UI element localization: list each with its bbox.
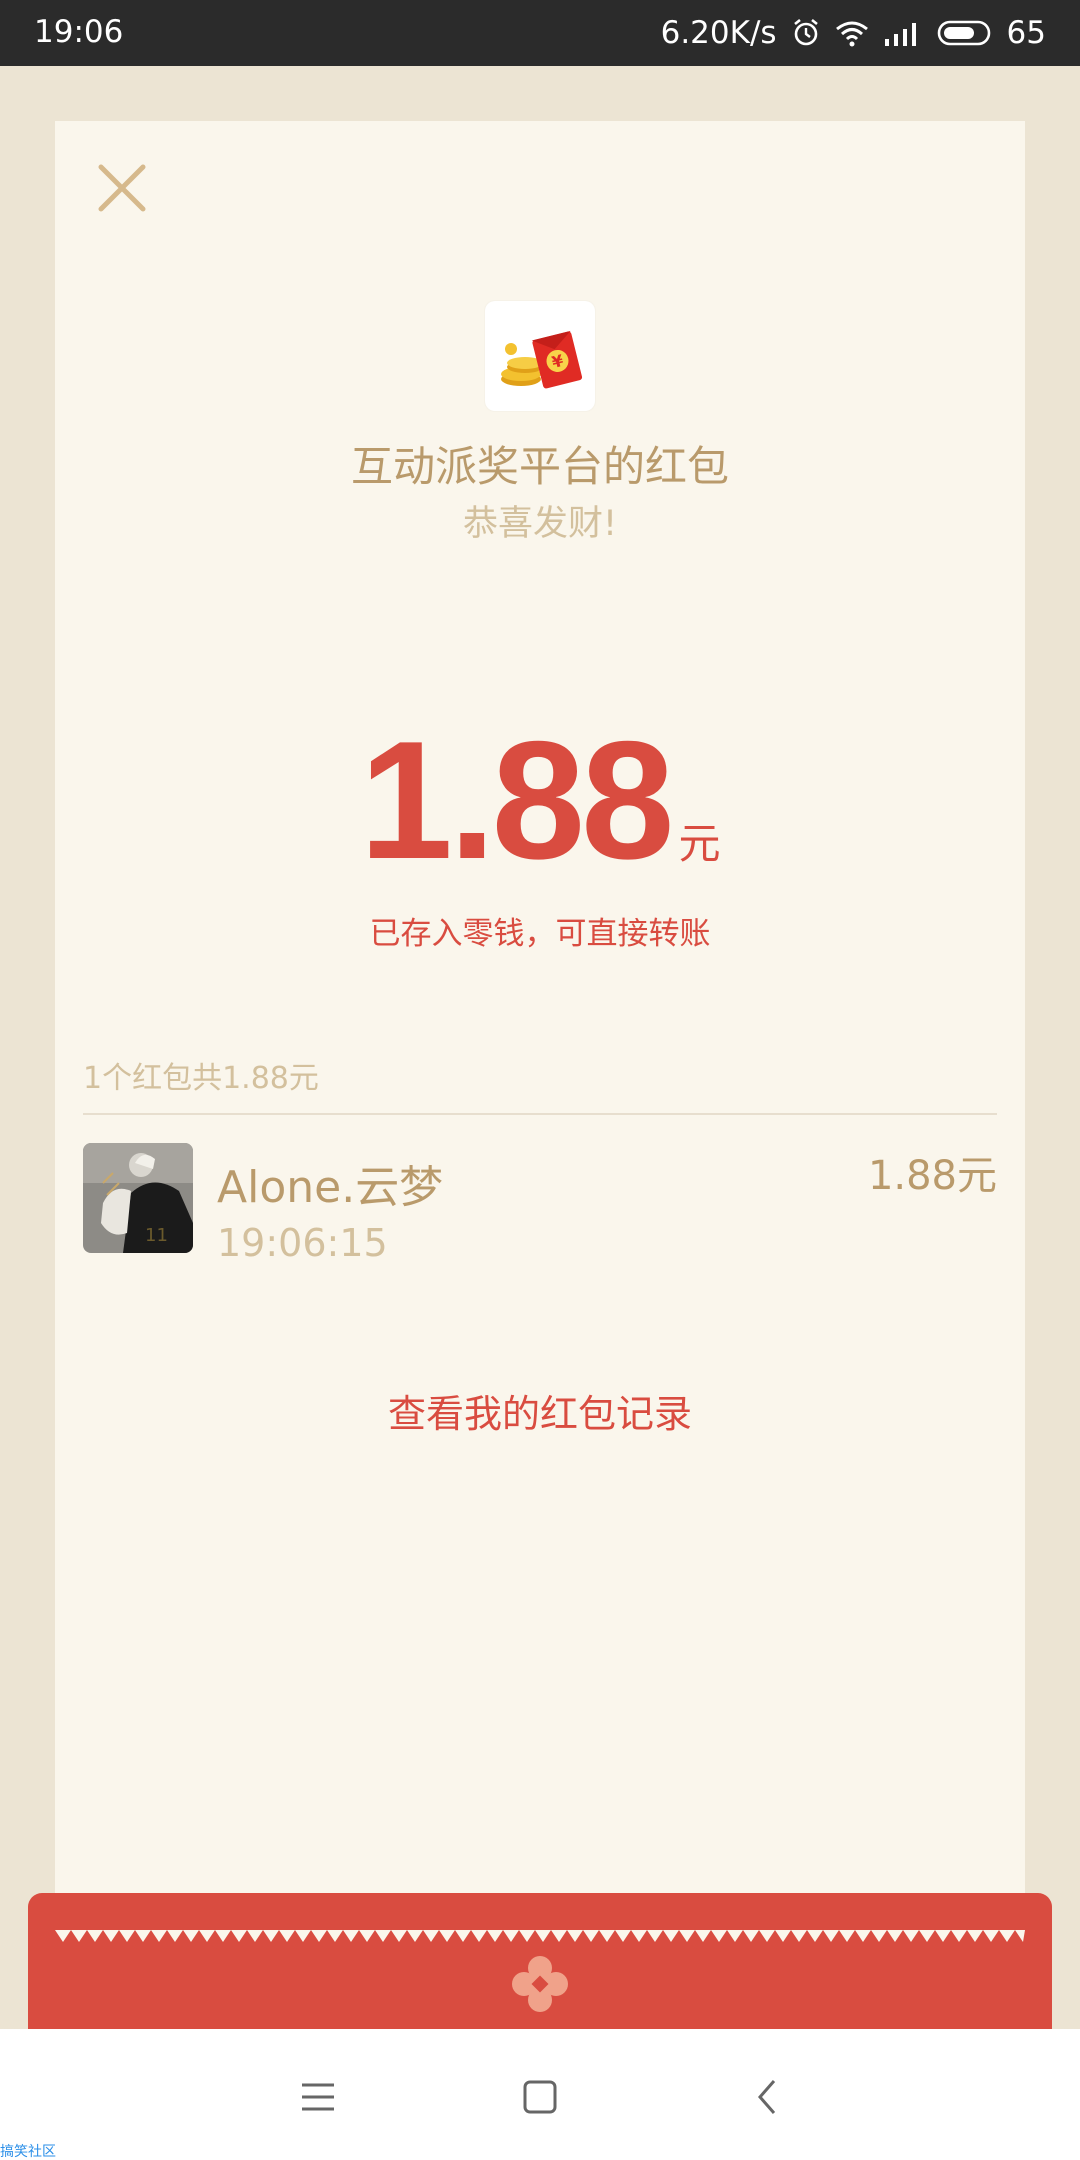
back-icon[interactable] bbox=[740, 2069, 796, 2125]
battery-icon bbox=[937, 19, 993, 47]
alarm-icon bbox=[791, 18, 821, 48]
amount-display: 1.88 元 bbox=[55, 716, 1025, 884]
status-time: 19:06 bbox=[34, 14, 124, 50]
status-right: 6.20K/s 65 bbox=[661, 14, 1046, 52]
close-icon[interactable] bbox=[91, 157, 153, 219]
zigzag-edge bbox=[55, 1930, 1025, 1950]
amount-unit: 元 bbox=[678, 819, 721, 868]
divider bbox=[83, 1113, 997, 1115]
battery-level: 65 bbox=[1006, 15, 1046, 51]
status-bar: 19:06 6.20K/s 65 bbox=[0, 0, 1080, 66]
home-icon[interactable] bbox=[512, 2069, 568, 2125]
view-my-records-link[interactable]: 查看我的红包记录 bbox=[55, 1383, 1025, 1438]
svg-text:11: 11 bbox=[145, 1225, 168, 1246]
record-name: Alone.云梦 bbox=[217, 1162, 444, 1213]
record-amount: 1.88元 bbox=[867, 1153, 997, 1199]
flower-emblem-icon bbox=[510, 1954, 570, 2014]
navigation-bar bbox=[0, 2029, 1080, 2160]
packet-title: 互动派奖平台的红包 bbox=[350, 442, 729, 491]
amount-note: 已存入零钱，可直接转账 bbox=[369, 916, 711, 952]
red-packet-detail-card: ¥ 互动派奖平台的红包 恭喜发财! 1.88 元 已存入零钱，可直接转账 1个红包… bbox=[55, 121, 1025, 1941]
record-time: 19:06:15 bbox=[217, 1221, 388, 1265]
wifi-icon bbox=[835, 19, 869, 47]
packet-summary: 1个红包共1.88元 bbox=[83, 1061, 319, 1096]
list-item[interactable]: 11 Alone.云梦 19:06:15 1.88元 bbox=[83, 1143, 997, 1265]
watermark: 搞笑社区 bbox=[0, 2144, 56, 2160]
signal-icon bbox=[883, 19, 923, 47]
amount-value: 1.88 bbox=[359, 706, 675, 894]
net-speed: 6.20K/s bbox=[660, 15, 777, 51]
avatar: 11 bbox=[83, 1143, 193, 1253]
menu-icon[interactable] bbox=[290, 2069, 346, 2125]
red-packet-icon: ¥ bbox=[485, 301, 595, 411]
packet-wish: 恭喜发财! bbox=[462, 504, 618, 544]
